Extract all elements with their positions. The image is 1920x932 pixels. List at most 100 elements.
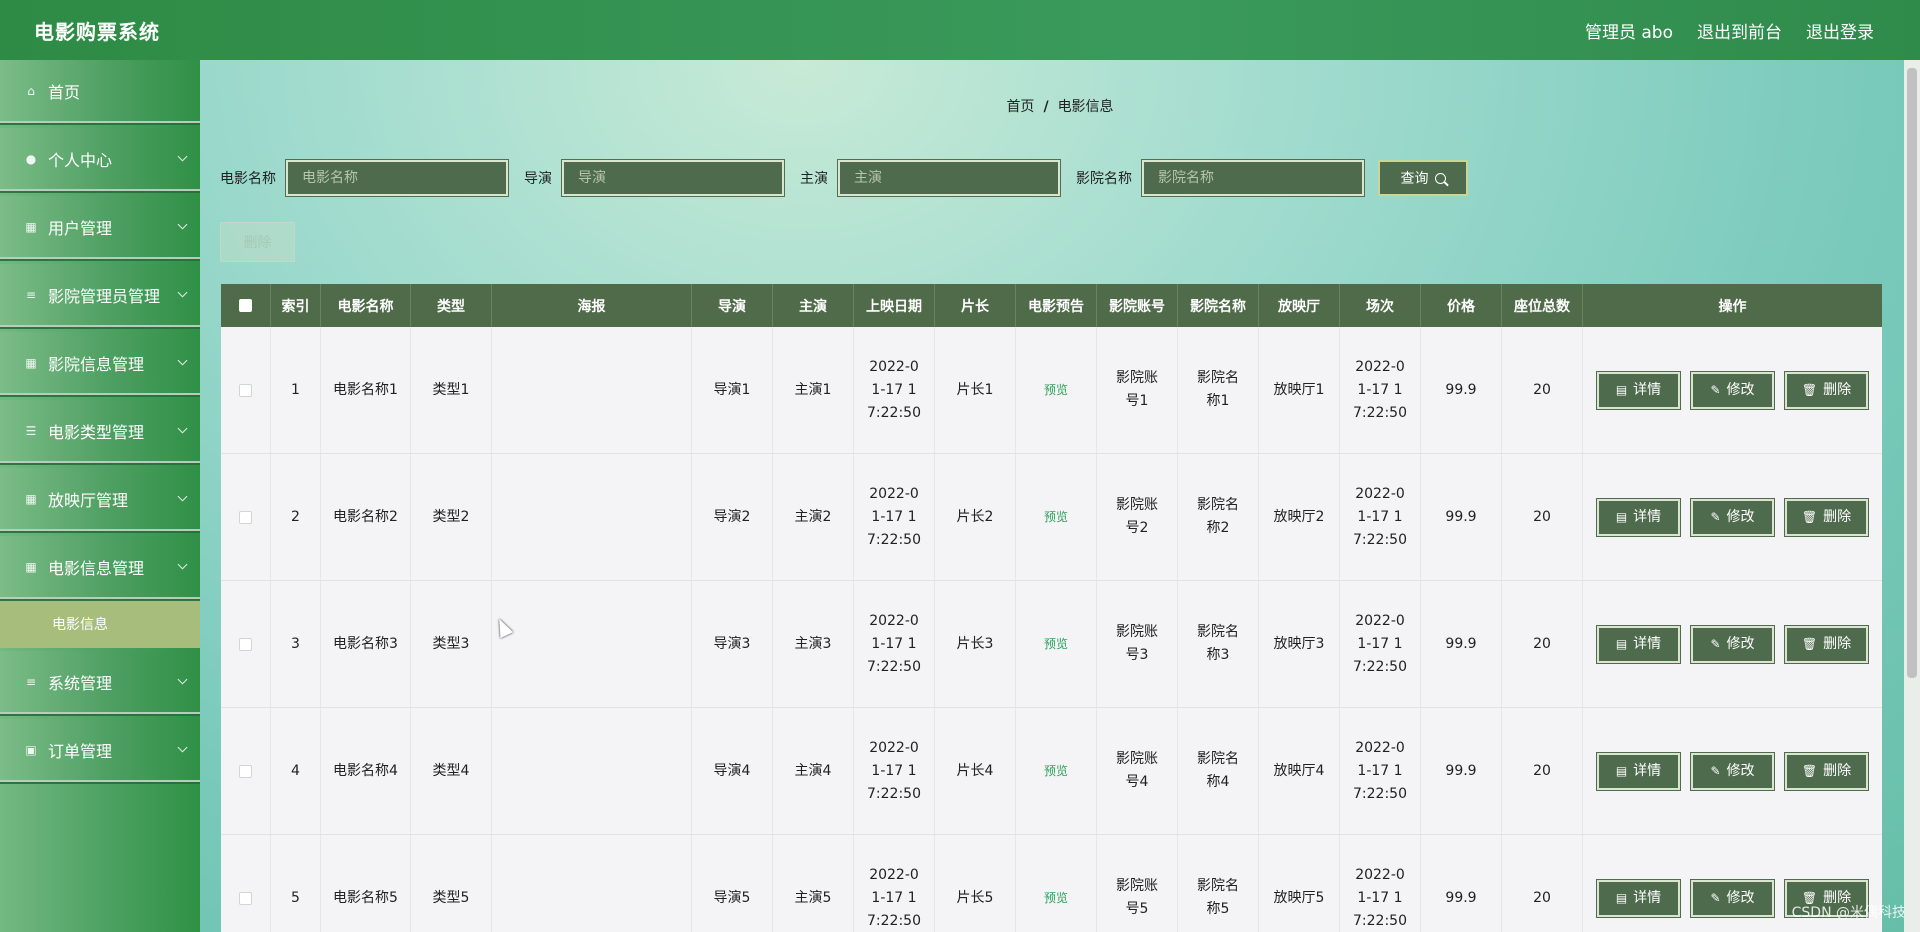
cell-text: 20 — [1533, 635, 1551, 652]
cell-text: 2022-01-17 17:22:50 — [867, 358, 921, 421]
sidebar-item[interactable]: ≡ 影院管理员管理 — [0, 264, 200, 325]
column-header: 影院名称 — [1178, 284, 1259, 327]
sidebar-item-label: 系统管理 — [48, 673, 113, 693]
delete-button[interactable]: 🗑 删除 — [1785, 752, 1868, 790]
cell-text: 片长5 — [956, 889, 994, 906]
delete-button[interactable]: 🗑 删除 — [1785, 498, 1868, 536]
sidebar-subitem-movie-info[interactable]: 电影信息 — [0, 600, 200, 648]
edit-button[interactable]: ✎ 修改 — [1691, 371, 1774, 409]
row-checkbox[interactable] — [239, 383, 252, 397]
sidebar-item[interactable]: ▦ 电影信息管理 — [0, 536, 200, 597]
director-cell: 导演4 — [692, 708, 773, 834]
cell-text: 类型4 — [432, 762, 470, 779]
chevron-down-icon — [177, 151, 188, 161]
type-cell: 类型4 — [411, 708, 492, 834]
poster-cell — [492, 454, 692, 580]
breadcrumb-separator: / — [1043, 99, 1049, 115]
search-icon — [1434, 172, 1446, 184]
cell-text: 99.9 — [1445, 381, 1477, 398]
sidebar-item[interactable]: ▦ 影院信息管理 — [0, 332, 200, 393]
sidebar-item[interactable]: ▦ 用户管理 — [0, 196, 200, 257]
cell-text: 放映厅1 — [1273, 381, 1325, 398]
cell-text: 影院账号1 — [1116, 370, 1158, 409]
cell-text: 放映厅2 — [1273, 508, 1325, 525]
sidebar-item-label: 影院信息管理 — [48, 354, 145, 374]
cell-text: 电影名称2 — [333, 508, 398, 525]
trailer-preview-link[interactable]: 预览 — [1044, 887, 1068, 910]
trailer-preview-link[interactable]: 预览 — [1044, 379, 1068, 402]
chevron-down-icon — [177, 559, 188, 569]
cinema-name-cell: 影院名称4 — [1178, 708, 1259, 834]
grid-icon: ▦ — [25, 219, 37, 234]
detail-button[interactable]: ▤ 详情 — [1597, 625, 1680, 663]
query-button-label: 查询 — [1400, 171, 1429, 187]
trash-icon: 🗑 — [1801, 763, 1818, 778]
trailer-preview-link[interactable]: 预览 — [1044, 506, 1068, 529]
logout-link[interactable]: 退出登录 — [1806, 18, 1874, 43]
trailer-cell: 预览 — [1016, 327, 1097, 453]
edit-button[interactable]: ✎ 修改 — [1691, 752, 1774, 790]
menu-icon: ≡ — [25, 287, 37, 302]
release-date-cell: 2022-01-17 17:22:50 — [854, 454, 935, 580]
detail-button[interactable]: ▤ 详情 — [1597, 371, 1680, 409]
batch-delete-button[interactable]: 删除 — [220, 222, 295, 262]
back-to-front-link[interactable]: 退出到前台 — [1697, 18, 1782, 43]
cell-text: 2022-01-17 17:22:50 — [867, 866, 921, 929]
duration-cell: 片长5 — [935, 835, 1016, 932]
column-header: 海报 — [492, 284, 692, 327]
table-row: 4 电影名称4 类型4 导演4 主演4 2022-01-17 17:22:50 片长4 预览 影… — [221, 708, 1882, 835]
sidebar-item[interactable]: ▣ 订单管理 — [0, 719, 200, 780]
column-header: 电影名称 — [321, 284, 411, 327]
cell-text: 导演2 — [713, 508, 751, 525]
select-all-checkbox[interactable] — [239, 299, 252, 312]
page-scrollbar[interactable] — [1904, 60, 1920, 932]
cinema-name-cell: 影院名称5 — [1178, 835, 1259, 932]
detail-button[interactable]: ▤ 详情 — [1597, 752, 1680, 790]
cell-text: 影院账号2 — [1116, 497, 1158, 536]
cell-text: 电影名称3 — [333, 635, 398, 652]
query-button[interactable]: 查询 — [1378, 160, 1468, 196]
sidebar-item[interactable]: ● 个人中心 — [0, 128, 200, 189]
director-input[interactable] — [562, 160, 784, 196]
row-checkbox[interactable] — [239, 764, 252, 778]
column-header: 影院账号 — [1097, 284, 1178, 327]
trailer-preview-link[interactable]: 预览 — [1044, 633, 1068, 656]
sidebar-item[interactable]: ⌂ 首页 — [0, 60, 200, 121]
detail-button[interactable]: ▤ 详情 — [1597, 879, 1680, 917]
edit-button-label: 修改 — [1726, 381, 1755, 398]
movie-name-input[interactable] — [286, 160, 508, 196]
sidebar-item[interactable]: ≡ 系统管理 — [0, 651, 200, 712]
actor-input[interactable] — [838, 160, 1060, 196]
row-checkbox[interactable] — [239, 891, 252, 905]
sidebar-item[interactable]: ▦ 放映厅管理 — [0, 468, 200, 529]
table-row: 1 电影名称1 类型1 导演1 主演1 2022-01-17 17:22:50 片长1 预览 影… — [221, 327, 1882, 454]
cell-text: 放映厅5 — [1273, 889, 1325, 906]
cell-text: 片长3 — [956, 635, 994, 652]
cinema-name-input[interactable] — [1142, 160, 1364, 196]
cinema-name-cell: 影院名称3 — [1178, 581, 1259, 707]
chevron-down-icon — [177, 219, 188, 229]
actor-cell: 主演5 — [773, 835, 854, 932]
delete-button[interactable]: 🗑 删除 — [1785, 371, 1868, 409]
seats-cell: 20 — [1502, 327, 1583, 453]
cinema-account-cell: 影院账号4 — [1097, 708, 1178, 834]
admin-name[interactable]: 管理员 abo — [1585, 18, 1673, 43]
detail-button[interactable]: ▤ 详情 — [1597, 498, 1680, 536]
trailer-cell: 预览 — [1016, 581, 1097, 707]
row-checkbox[interactable] — [239, 637, 252, 651]
breadcrumb-home[interactable]: 首页 — [1006, 99, 1034, 115]
cell-text: 影院账号3 — [1116, 624, 1158, 663]
row-checkbox[interactable] — [239, 510, 252, 524]
trailer-preview-link[interactable]: 预览 — [1044, 760, 1068, 783]
edit-button[interactable]: ✎ 修改 — [1691, 498, 1774, 536]
column-header: 主演 — [773, 284, 854, 327]
edit-button[interactable]: ✎ 修改 — [1691, 879, 1774, 917]
session-cell: 2022-01-17 17:22:50 — [1340, 327, 1421, 453]
cell-text: 影院名称5 — [1197, 878, 1239, 917]
seats-cell: 20 — [1502, 708, 1583, 834]
edit-button[interactable]: ✎ 修改 — [1691, 625, 1774, 663]
sidebar-item[interactable]: ☰ 电影类型管理 — [0, 400, 200, 461]
delete-button[interactable]: 🗑 删除 — [1785, 625, 1868, 663]
scrollbar-thumb[interactable] — [1907, 68, 1917, 678]
cinema-account-cell: 影院账号1 — [1097, 327, 1178, 453]
